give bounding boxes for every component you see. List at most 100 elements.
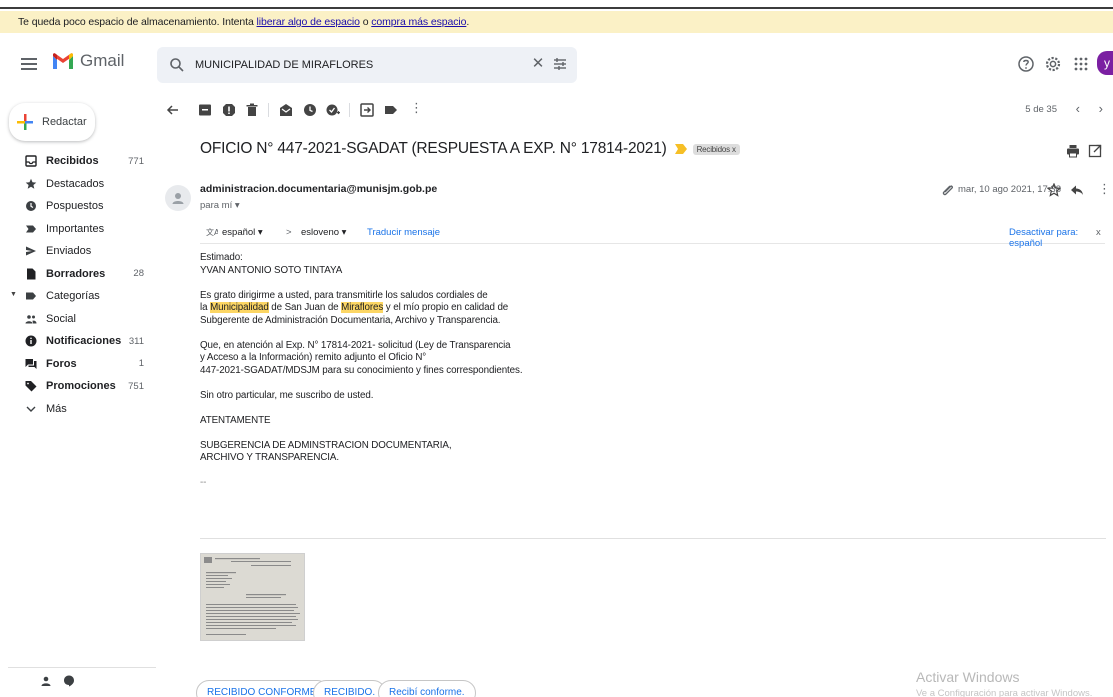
add-to-tasks-icon[interactable] (326, 103, 340, 117)
search-highlight: Miraflores (341, 302, 384, 313)
unread-count: 1 (138, 358, 144, 370)
app-header: Gmail ✕ y (0, 33, 1113, 97)
compose-button[interactable]: Redactar (9, 103, 95, 141)
body-paragraph-1: Es grato dirigirme a usted, para transmi… (200, 289, 488, 301)
move-to-icon[interactable] (360, 103, 374, 117)
print-icon[interactable] (1066, 144, 1080, 158)
body-greeting: Estimado: (200, 252, 243, 263)
translate-message-link[interactable]: Traducir mensaje (367, 227, 440, 238)
draft-icon (27, 268, 36, 279)
sidebar-item-snoozed[interactable]: Pospuestos (0, 195, 160, 218)
footer-divider (8, 667, 156, 668)
disable-translation-link[interactable]: Desactivar para: español (1009, 227, 1105, 249)
mark-unread-icon[interactable] (279, 103, 293, 117)
smart-reply-button[interactable]: RECIBIDO CONFORME. (196, 680, 331, 697)
sidebar-item-inbox[interactable]: Recibidos 771 (0, 150, 160, 173)
attachment-divider (200, 538, 1106, 539)
label-as-icon[interactable] (384, 103, 398, 117)
sidebar-item-drafts[interactable]: Borradores 28 (0, 263, 160, 286)
search-options-icon[interactable] (552, 56, 568, 72)
archive-icon[interactable] (198, 103, 212, 117)
clock-icon (26, 201, 36, 211)
body-closing: Sin otro particular, me suscribo de uste… (200, 389, 374, 401)
banner-text: Te queda poco espacio de almacenamiento.… (18, 16, 257, 28)
sidebar-item-categories[interactable]: ▼ Categorías (0, 285, 160, 308)
sidebar-item-label: Categorías (46, 290, 100, 303)
reply-icon[interactable] (1070, 183, 1084, 197)
apps-grid-icon[interactable] (1072, 55, 1090, 73)
gmail-logo[interactable]: Gmail (52, 51, 124, 71)
signature-dashes: -- (200, 477, 207, 488)
sidebar-item-social[interactable]: Social (0, 308, 160, 331)
message-more-icon[interactable]: ⋮ (1098, 181, 1111, 197)
unread-count: 751 (128, 380, 144, 392)
more-options-icon[interactable]: ⋮ (410, 100, 423, 116)
help-icon[interactable] (1017, 55, 1035, 73)
hangouts-icon[interactable] (63, 675, 75, 687)
body-paragraph-2-line-3: 447-2021-SGADAT/MDSJM para su conocimien… (200, 364, 523, 376)
main-menu-button[interactable] (21, 55, 37, 73)
body-paragraph-2: Que, en atención al Exp. N° 17814-2021- … (200, 339, 511, 351)
smart-reply-button[interactable]: RECIBIDO. (313, 680, 387, 697)
search-icon[interactable] (169, 57, 185, 73)
sidebar-item-label: Importantes (46, 222, 105, 235)
contacts-icon[interactable] (40, 675, 52, 687)
collapse-caret-icon[interactable]: ▼ (10, 291, 17, 298)
open-new-window-icon[interactable] (1088, 144, 1102, 158)
settings-gear-icon[interactable] (1044, 55, 1062, 73)
target-language-dropdown[interactable]: esloveno ▾ (301, 227, 346, 238)
star-icon (25, 178, 37, 189)
source-language-dropdown[interactable]: español ▾ (222, 227, 263, 238)
search-highlight: Municipalidad (210, 302, 269, 313)
star-outline-icon[interactable] (1047, 183, 1061, 197)
account-avatar[interactable]: y (1097, 51, 1113, 75)
close-translate-icon[interactable]: x (1096, 227, 1101, 238)
svg-text:文A: 文A (206, 227, 218, 237)
older-chevron-right-icon[interactable]: › (1099, 101, 1103, 116)
sidebar-item-forums[interactable]: Foros 1 (0, 353, 160, 376)
sidebar-item-more[interactable]: Más (0, 398, 160, 421)
snooze-clock-icon[interactable] (303, 103, 317, 117)
window-top-border (0, 0, 1113, 9)
storage-warning-banner: Te queda poco espacio de almacenamiento.… (0, 11, 1113, 33)
sidebar-item-updates[interactable]: Notificaciones 311 (0, 330, 160, 353)
sender-avatar[interactable] (165, 185, 191, 211)
sidebar-item-promotions[interactable]: Promociones 751 (0, 375, 160, 398)
sidebar-item-label: Borradores (46, 267, 106, 280)
message-toolbar: ⋮ 5 de 35 ‹ › (160, 97, 1113, 125)
sidebar-item-starred[interactable]: Destacados (0, 173, 160, 196)
banner-text-middle: o (359, 16, 372, 28)
buy-space-link[interactable]: compra más espacio (371, 16, 466, 28)
smart-reply-button[interactable]: Recibí conforme. (378, 680, 476, 697)
back-arrow-icon[interactable] (166, 103, 180, 117)
important-icon (26, 225, 36, 232)
gmail-m-icon (53, 52, 73, 69)
toolbar-divider (268, 103, 269, 117)
search-input[interactable] (195, 47, 515, 83)
people-icon (25, 314, 37, 323)
inbox-label-chip[interactable]: Recibidos x (692, 143, 740, 155)
signature-line-2: ARCHIVO Y TRANSPARENCIA. (200, 452, 339, 463)
important-marker-icon[interactable] (674, 144, 687, 154)
report-spam-icon[interactable] (222, 103, 236, 117)
draft-count: 28 (133, 268, 144, 280)
tag-icon (25, 381, 37, 392)
clear-search-icon[interactable]: ✕ (531, 56, 545, 71)
newer-chevron-left-icon[interactable]: ‹ (1076, 101, 1080, 116)
recipient-details[interactable]: para mí ▾ (200, 200, 240, 211)
translate-arrow: > (286, 227, 292, 238)
sidebar-item-sent[interactable]: Enviados (0, 240, 160, 263)
activate-windows-subtitle: Ve a Configuración para activar Windows. (916, 688, 1093, 697)
send-icon (26, 246, 36, 256)
body-sign-off: ATENTAMENTE (200, 414, 271, 426)
free-space-link[interactable]: liberar algo de espacio (257, 16, 360, 28)
sender-email[interactable]: administracion.documentaria@munisjm.gob.… (200, 183, 437, 195)
sidebar-item-important[interactable]: Importantes (0, 218, 160, 241)
chevron-down-icon (26, 406, 36, 412)
body-recipient-name: YVAN ANTONIO SOTO TINTAYA (200, 264, 343, 276)
translate-bar: 文A español ▾ > esloveno ▾ Traducir mensa… (200, 222, 1105, 249)
delete-trash-icon[interactable] (245, 103, 259, 117)
body-paragraph-1-line-3: Subgerente de Administración Documentari… (200, 314, 501, 326)
attachment-thumbnail[interactable] (200, 553, 305, 641)
email-subject: OFICIO N° 447-2021-SGADAT (RESPUESTA A E… (200, 140, 667, 157)
